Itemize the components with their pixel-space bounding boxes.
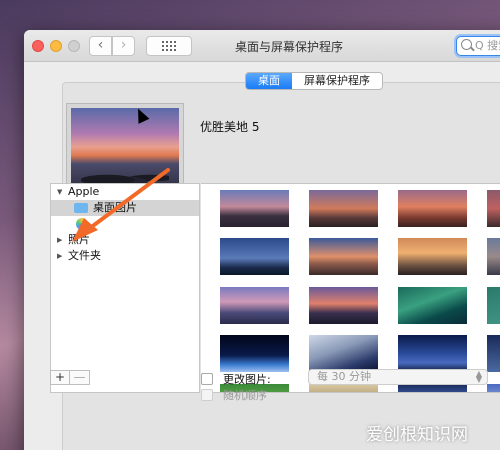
- wallpaper-thumbnail[interactable]: [220, 287, 289, 324]
- title-bar: ‹ › 桌面与屏幕保护程序 Q 搜索: [24, 30, 500, 62]
- wallpaper-thumbnail[interactable]: [487, 190, 500, 227]
- wallpaper-thumbnail[interactable]: [220, 190, 289, 227]
- interval-value: 每 30 分钟: [317, 370, 371, 383]
- wallpaper-thumbnail[interactable]: [398, 190, 467, 227]
- wallpaper-thumbnail[interactable]: [398, 287, 467, 324]
- wallpaper-thumbnail[interactable]: [487, 238, 500, 275]
- preferences-window: ‹ › 桌面与屏幕保护程序 Q 搜索 桌面 屏幕保护程序 优胜美地 5 ▼: [24, 30, 500, 450]
- wallpaper-thumbnail[interactable]: [487, 335, 500, 372]
- sidebar-item-photos-app[interactable]: [51, 216, 199, 232]
- wallpaper-thumbnail[interactable]: [309, 238, 378, 275]
- preview-image: [71, 108, 179, 194]
- wallpaper-thumbnail[interactable]: [309, 335, 378, 372]
- interval-select[interactable]: 每 30 分钟 ▲ ▼: [308, 369, 488, 385]
- wallpaper-thumbnail[interactable]: [220, 238, 289, 275]
- tab-desktop[interactable]: 桌面: [246, 73, 292, 89]
- photos-icon: [76, 218, 88, 230]
- sidebar-item-desktop-pictures[interactable]: 桌面图片: [51, 200, 199, 216]
- search-placeholder: Q 搜索: [475, 39, 500, 52]
- change-picture-checkbox[interactable]: [201, 373, 213, 385]
- change-picture-option[interactable]: 更改图片:: [201, 371, 271, 387]
- add-folder-button[interactable]: +: [50, 370, 70, 385]
- wallpaper-thumbnail[interactable]: [398, 238, 467, 275]
- wallpaper-thumbnail[interactable]: [220, 335, 289, 372]
- sidebar-item-photos[interactable]: ▶ 照片: [51, 232, 199, 248]
- add-remove-buttons: + —: [50, 370, 90, 385]
- window-title: 桌面与屏幕保护程序: [234, 40, 343, 54]
- search-icon: [461, 39, 472, 50]
- wallpaper-thumbnail[interactable]: [398, 335, 467, 372]
- tab-bar: 桌面 屏幕保护程序: [245, 72, 383, 90]
- source-list: ▼ Apple 桌面图片 ▶ 照片 ▶ 文件夹: [50, 183, 200, 393]
- wallpaper-thumbnail[interactable]: [398, 384, 467, 392]
- folder-icon: [74, 203, 88, 213]
- disclosure-open-icon[interactable]: ▼: [57, 184, 62, 200]
- wallpaper-thumbnail[interactable]: [309, 384, 378, 392]
- search-field[interactable]: Q 搜索: [456, 36, 500, 56]
- wallpaper-thumbnail[interactable]: [309, 287, 378, 324]
- random-order-checkbox: [201, 389, 213, 401]
- watermark: 爱创根知识网: [366, 425, 468, 444]
- random-order-label: 随机顺序: [223, 389, 267, 402]
- disclosure-closed-icon[interactable]: ▶: [57, 232, 62, 248]
- change-picture-label: 更改图片:: [223, 373, 271, 386]
- tab-screensaver[interactable]: 屏幕保护程序: [292, 73, 382, 89]
- wallpaper-thumbnail[interactable]: [309, 190, 378, 227]
- sidebar-item-folders[interactable]: ▶ 文件夹: [51, 248, 199, 264]
- sidebar-item-apple[interactable]: ▼ Apple: [51, 184, 199, 200]
- disclosure-closed-icon[interactable]: ▶: [57, 248, 62, 264]
- remove-folder-button[interactable]: —: [70, 370, 90, 385]
- wallpaper-grid: [201, 183, 500, 393]
- random-order-option: 随机顺序: [201, 387, 267, 403]
- chevron-updown-icon: ▲ ▼: [475, 369, 482, 384]
- wallpaper-thumbnail[interactable]: [487, 287, 500, 324]
- wallpaper-thumbnail[interactable]: [487, 384, 500, 392]
- wallpaper-name: 优胜美地 5: [200, 120, 260, 134]
